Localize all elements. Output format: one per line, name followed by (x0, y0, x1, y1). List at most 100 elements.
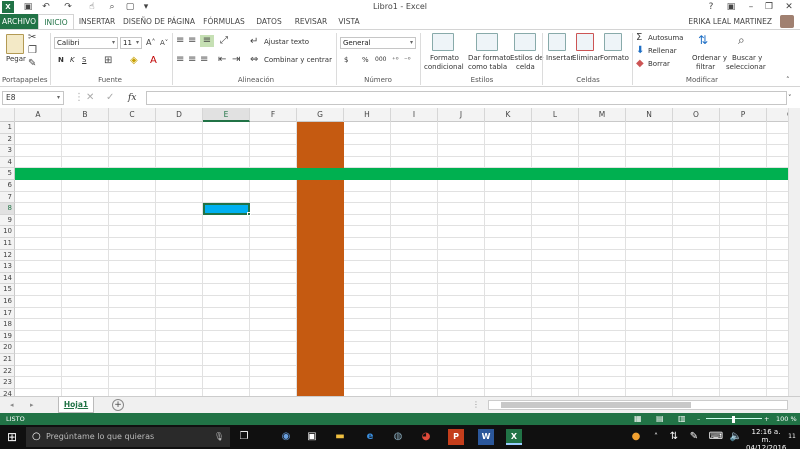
fill-button[interactable]: Rellenar (648, 47, 677, 55)
column-header[interactable]: J (438, 108, 485, 122)
format-cells-button[interactable]: Formato (600, 54, 629, 62)
search-box[interactable]: ○ Pregúntame lo que quieras 🎙 (26, 427, 230, 447)
decrease-decimal-icon[interactable]: ⁻⁰ (404, 54, 411, 66)
enter-icon[interactable]: ✓ (106, 92, 114, 104)
delete-cells-icon[interactable] (576, 33, 594, 51)
select-all-corner[interactable] (0, 108, 15, 122)
tab-insertar[interactable]: INSERTAR (76, 14, 118, 29)
task-view-icon[interactable]: ❐ (236, 429, 252, 445)
vertical-scrollbar[interactable] (788, 108, 800, 396)
row-header[interactable]: 3 (0, 145, 15, 157)
column-header[interactable]: E (203, 108, 250, 122)
fill-handle[interactable] (247, 211, 251, 216)
column-header[interactable]: M (579, 108, 626, 122)
name-box[interactable]: E8 ▾ (2, 91, 64, 105)
column-header[interactable]: H (344, 108, 391, 122)
row-header[interactable]: 1 (0, 122, 15, 134)
tab-diseno-de-pagina[interactable]: DISEÑO DE PÁGINA (122, 14, 196, 29)
app-icon-2[interactable]: ◍ (390, 429, 406, 445)
row-header[interactable]: 5 (0, 168, 15, 180)
formula-input[interactable] (146, 91, 787, 105)
align-left-icon[interactable]: ≡ (176, 54, 184, 66)
conditional-format-label-2[interactable]: condicional (424, 63, 464, 71)
column-header[interactable]: I (391, 108, 438, 122)
row-header[interactable]: 12 (0, 249, 15, 262)
horizontal-scrollbar-thumb[interactable] (501, 402, 691, 408)
close-icon[interactable]: ✕ (780, 1, 798, 13)
align-center-icon[interactable]: ≡ (188, 54, 196, 66)
format-painter-icon[interactable]: ✎ (28, 58, 36, 70)
cell-styles-label-2[interactable]: celda (516, 63, 535, 71)
find-select-icon[interactable]: ⌕ (738, 34, 745, 46)
zoom-level[interactable]: 100 % (776, 413, 797, 425)
avatar[interactable] (780, 15, 794, 28)
row-header[interactable]: 24 (0, 388, 15, 396)
store-icon[interactable]: ▣ (304, 429, 320, 445)
row-header[interactable]: 22 (0, 365, 15, 378)
fill-icon[interactable]: ⬇ (636, 45, 644, 57)
page-break-view-icon[interactable]: ▥ (678, 413, 686, 425)
merge-center-icon[interactable]: ⇔ (250, 54, 258, 66)
zoom-in-icon[interactable]: + (764, 413, 769, 425)
normal-view-icon[interactable]: ▦ (634, 413, 642, 425)
show-hidden-icons-icon[interactable]: ˄ (648, 429, 664, 445)
sort-filter-label[interactable]: Ordenar y (692, 54, 727, 62)
sort-filter-label-2[interactable]: filtrar (696, 63, 715, 71)
table-format-label-2[interactable]: como tabla (468, 63, 507, 71)
scroll-left-icon[interactable]: ◂ (10, 399, 14, 411)
cancel-icon[interactable]: ✕ (86, 92, 94, 104)
minimize-icon[interactable]: – (742, 1, 760, 13)
bold-button[interactable]: N (58, 56, 64, 64)
column-header[interactable]: F (250, 108, 297, 122)
cell-styles-icon[interactable] (514, 33, 536, 51)
column-header[interactable]: B (62, 108, 109, 122)
cut-icon[interactable]: ✂ (28, 32, 36, 44)
wrap-text-button[interactable]: Ajustar texto (264, 38, 309, 46)
row-header[interactable]: 11 (0, 238, 15, 250)
conditional-format-icon[interactable] (432, 33, 454, 51)
percent-button[interactable]: % (362, 56, 369, 64)
align-top-icon[interactable]: ≡ (176, 35, 184, 47)
column-header[interactable]: N (626, 108, 673, 122)
column-header[interactable]: D (156, 108, 203, 122)
row-header[interactable]: 7 (0, 191, 15, 204)
row-header[interactable]: 21 (0, 354, 15, 366)
clear-button[interactable]: Borrar (648, 60, 670, 68)
autosum-button[interactable]: Autosuma (648, 34, 683, 42)
number-format-select[interactable]: General ▾ (340, 37, 416, 49)
font-name-select[interactable]: Calibri ▾ (54, 37, 118, 49)
align-middle-icon[interactable]: ≡ (188, 35, 196, 47)
volume-icon[interactable]: 🔈 (728, 429, 744, 445)
borders-icon[interactable]: ⊞ (104, 55, 112, 67)
microphone-icon[interactable]: 🎙 (214, 427, 224, 447)
page-layout-view-icon[interactable]: ▤ (656, 413, 664, 425)
sort-filter-icon[interactable]: ⇅ (698, 34, 708, 46)
app-icon-1[interactable]: ◉ (278, 429, 294, 445)
user-name[interactable]: ERIKA LEAL MARTINEZ (688, 14, 772, 29)
font-size-select[interactable]: 11 ▾ (120, 37, 142, 49)
underline-button[interactable]: S (82, 56, 86, 64)
row-header[interactable]: 17 (0, 307, 15, 320)
tab-formulas[interactable]: FÓRMULAS (200, 14, 248, 29)
add-sheet-button[interactable]: + (112, 399, 124, 411)
copy-icon[interactable]: ❐ (28, 45, 37, 57)
row-header[interactable]: 9 (0, 214, 15, 227)
row-header[interactable]: 13 (0, 261, 15, 273)
increase-decimal-icon[interactable]: ⁺⁰ (392, 54, 399, 66)
keyboard-icon[interactable]: ⌨ (708, 429, 724, 445)
italic-button[interactable]: K (70, 56, 75, 64)
column-header[interactable]: C (109, 108, 156, 122)
row-header[interactable]: 16 (0, 296, 15, 308)
edge-icon[interactable]: e (362, 429, 378, 445)
row-header[interactable]: 19 (0, 330, 15, 343)
row-header[interactable]: 18 (0, 319, 15, 331)
table-format-icon[interactable] (476, 33, 498, 51)
increase-indent-icon[interactable]: ⇥ (232, 54, 240, 66)
tab-revisar[interactable]: REVISAR (290, 14, 332, 29)
autosum-icon[interactable]: Σ (636, 32, 642, 44)
column-header[interactable]: O (673, 108, 720, 122)
tab-archivo[interactable]: ARCHIVO (0, 14, 38, 29)
column-header[interactable]: K (485, 108, 532, 122)
table-format-label[interactable]: Dar formato (468, 54, 510, 62)
tab-datos[interactable]: DATOS (252, 14, 286, 29)
